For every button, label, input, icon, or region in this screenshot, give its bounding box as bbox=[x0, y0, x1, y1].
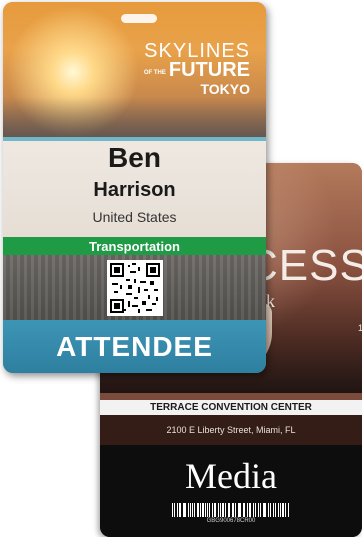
event-logo: SKYLINES OF THE FUTURE TOKYO bbox=[143, 40, 250, 98]
country: United States bbox=[92, 209, 177, 225]
media-role-label: Media bbox=[185, 456, 277, 496]
venue-name: TERRACE CONVENTION CENTER bbox=[100, 400, 362, 415]
last-name: Harrison bbox=[93, 179, 176, 201]
logo-line-of-the: OF THE bbox=[143, 70, 166, 76]
qr-code-icon bbox=[107, 260, 163, 316]
name-panel: Ben Harrison United States bbox=[3, 137, 266, 237]
venue-address: 2100 E Liberty Street, Miami, FL bbox=[100, 415, 362, 445]
logo-line-city: TOKYO bbox=[200, 81, 250, 97]
event-number-fragment: 17 bbox=[358, 323, 362, 333]
logo-line-future: FUTURE bbox=[168, 59, 250, 81]
logo-line-skylines: SKYLINES bbox=[144, 40, 250, 62]
attendee-badge: SKYLINES OF THE FUTURE TOKYO Ben Harriso… bbox=[3, 2, 266, 373]
department-bar: Transportation bbox=[3, 237, 266, 255]
lanyard-slot bbox=[121, 14, 157, 23]
barcode-number: GBG900678CR00 bbox=[206, 518, 256, 524]
media-role-panel: Media GBG900678CR00 bbox=[100, 445, 362, 537]
attendee-role-bar: ATTENDEE bbox=[3, 320, 266, 373]
skyline-haze bbox=[3, 97, 266, 137]
first-name: Ben bbox=[108, 142, 161, 173]
barcode-icon bbox=[172, 503, 290, 517]
